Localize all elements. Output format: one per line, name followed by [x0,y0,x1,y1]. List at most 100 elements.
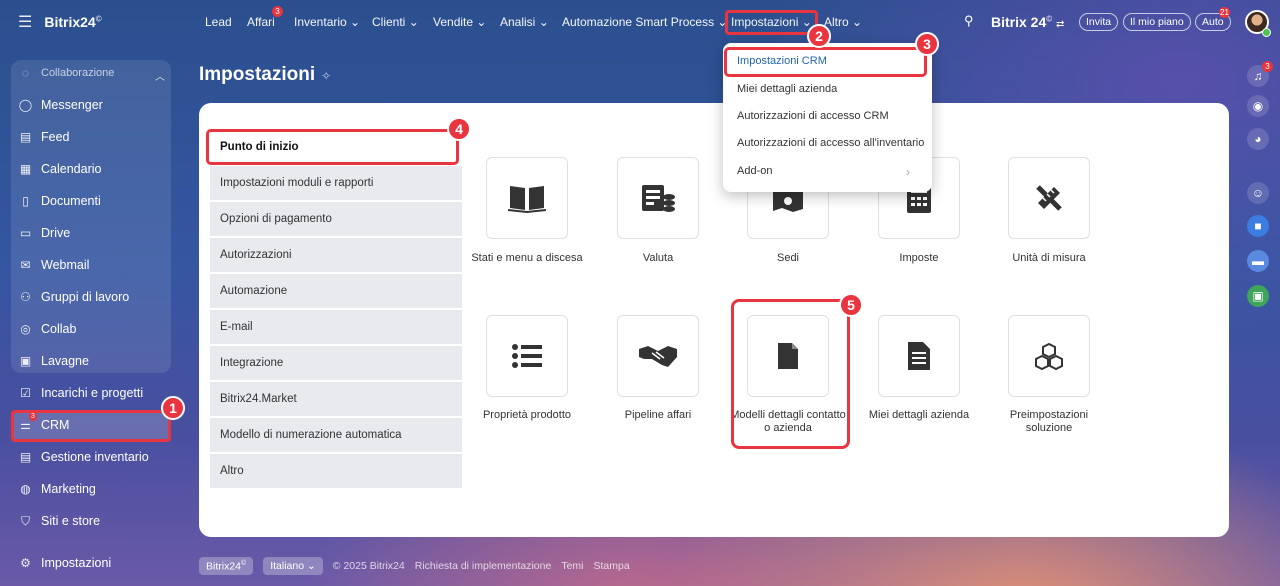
online-status-icon [1262,28,1271,37]
task-icon: ☑ [20,386,31,400]
page-title-text: Impostazioni [199,64,316,85]
tile-label: Proprietà prodotto [482,409,572,421]
chevron-down-icon: ⌄ [306,560,316,572]
tile-label: Miei dettagli azienda [868,409,970,421]
swap-icon: ⇄ [1056,19,1065,30]
settings-menu-item[interactable]: Bitrix24.Market [210,382,462,416]
brand-logo[interactable]: Bitrix 24© ⇄ [991,14,1064,30]
sidebar-item-gruppi[interactable]: ⚇ Gruppi di lavoro [18,286,129,308]
callout-2: 2 [807,24,831,48]
sidebar-item-inventario[interactable]: ▤ Gestione inventario [18,446,149,468]
chevron-down-icon: ⌄ [538,15,549,29]
sheet-icon[interactable]: ▣ [1247,285,1269,307]
sidebar-item-impostazioni[interactable]: ⚙ Impostazioni [18,552,111,574]
chevron-up-icon[interactable]: ︿ [155,68,165,83]
pin-icon[interactable]: ✧ [321,69,331,83]
auto-badge: 21 [1219,7,1230,18]
sidebar-item-label: Collab [41,322,77,336]
sidebar: ☰ Bitrix24© ◌ Collaborazione ︿ ◯ Messenge… [0,0,183,586]
nav-automazione[interactable]: Automazione Smart Process ⌄ [562,15,727,29]
settings-menu-item[interactable]: Integrazione [210,346,462,380]
nav-analisi[interactable]: Analisi ⌄ [500,15,549,29]
sidebar-item-webmail[interactable]: ✉ Webmail [18,254,89,276]
doc-text-icon [908,342,930,370]
tile-valuta[interactable] [617,157,699,239]
settings-menu-item[interactable]: E-mail [210,310,462,344]
sidebar-item-crm[interactable]: ⚌ CRM [18,414,69,436]
group-icon: ⚇ [20,290,31,304]
currency-icon [642,185,675,212]
footer-brand-button[interactable]: Bitrix24© [199,556,254,576]
logo-mark: © [95,14,102,24]
page-title: Impostazioni ✧ [199,64,331,86]
chevron-down-icon: ⌄ [476,15,487,29]
dropdown-item-autorizzazioni-inventario[interactable]: Autorizzazioni di accesso all'inventario [737,137,924,149]
sidebar-item-label: Webmail [41,258,90,272]
nav-automazione-label: Automazione Smart Process [562,15,715,29]
tile-stati[interactable] [486,157,568,239]
sidebar-item-label: Documenti [41,194,101,208]
language-label: Italiano [270,560,305,572]
nav-affari[interactable]: Affari [247,15,275,29]
sidebar-item-drive[interactable]: ▭ Drive [18,222,70,244]
nav-lead[interactable]: Lead [205,15,232,29]
footer-link-print[interactable]: Stampa [593,560,629,572]
sidebar-item-label: Messenger [41,98,103,112]
tile-unita[interactable] [1008,157,1090,239]
app-logo[interactable]: Bitrix24© [44,14,101,30]
plan-button[interactable]: Il mio piano [1123,13,1191,31]
copilot-icon[interactable]: ◉ [1247,95,1269,117]
tile-proprieta[interactable] [486,315,568,397]
sidebar-item-feed[interactable]: ▤ Feed [18,126,70,148]
bookmark-icon[interactable]: ■ [1247,215,1269,237]
chevron-down-icon: ⌄ [408,15,419,29]
settings-menu-item[interactable]: Altro [210,454,462,488]
invite-button[interactable]: Invita [1079,13,1119,31]
sidebar-item-marketing[interactable]: ◍ Marketing [18,478,96,500]
dropdown-item-dettagli-azienda[interactable]: Miei dettagli azienda [737,83,837,95]
nav-inventario[interactable]: Inventario ⌄ [294,15,360,29]
sidebar-item-siti[interactable]: ⛉ Siti e store [18,510,100,532]
tile-preimpostazioni[interactable] [1008,315,1090,397]
sidebar-item-collab[interactable]: ◎ Collab [18,318,76,340]
footer-link-themes[interactable]: Temi [561,560,583,572]
feed-icon: ▤ [19,130,32,144]
footer-link-implementation[interactable]: Richiesta di implementazione [415,560,552,572]
sidebar-item-label: Marketing [41,482,96,496]
sidebar-item-messenger[interactable]: ◯ Messenger [18,94,103,116]
sidebar-section-collaborazione[interactable]: ◌ Collaborazione [18,62,114,84]
sidebar-item-incarichi[interactable]: ☑ Incarichi e progetti [18,382,143,404]
chevron-down-icon: ⌄ [852,15,863,29]
settings-menu-item[interactable]: Autorizzazioni [210,238,462,272]
nav-clienti[interactable]: Clienti ⌄ [372,15,419,29]
message-icon[interactable]: ▬ [1247,250,1269,272]
language-select[interactable]: Italiano ⌄ [263,557,323,575]
settings-menu-item[interactable]: Modello di numerazione automatica [210,418,462,452]
sidebar-item-lavagne[interactable]: ▣ Lavagne [18,350,89,372]
cubes-icon [1035,342,1063,370]
dropdown-item-autorizzazioni-crm[interactable]: Autorizzazioni di accesso CRM [737,110,889,122]
chat-icon[interactable]: ◕ [1247,128,1269,150]
footer-brand-mark: © [241,559,247,567]
tile-label: Pipeline affari [624,409,692,421]
settings-menu-item[interactable]: Impostazioni moduli e rapporti [210,166,462,200]
search-icon[interactable]: ⚲ [964,13,974,29]
sidebar-item-documenti[interactable]: ▯ Documenti [18,190,101,212]
nav-altro[interactable]: Altro ⌄ [824,15,862,29]
copyright-text: © 2025 Bitrix24 [332,560,405,572]
nav-vendite[interactable]: Vendite ⌄ [433,15,486,29]
settings-menu-item[interactable]: Opzioni di pagamento [210,202,462,236]
mail-icon: ✉ [20,258,31,272]
sidebar-item-calendario[interactable]: ▦ Calendario [18,158,102,180]
settings-menu-item[interactable]: Automazione [210,274,462,308]
nav-clienti-label: Clienti [372,15,406,29]
sidebar-item-label: Siti e store [41,514,101,528]
nav-analisi-label: Analisi [500,15,536,29]
footer-brand-label: Bitrix24 [206,560,242,573]
menu-icon[interactable]: ☰ [18,12,32,32]
contact-avatar-icon[interactable]: ☺ [1247,182,1269,204]
dropdown-item-add-on[interactable]: Add-on [737,165,772,177]
tile-pipeline[interactable] [617,315,699,397]
tile-dettagli[interactable] [878,315,960,397]
notification-badge: 3 [1262,61,1273,72]
